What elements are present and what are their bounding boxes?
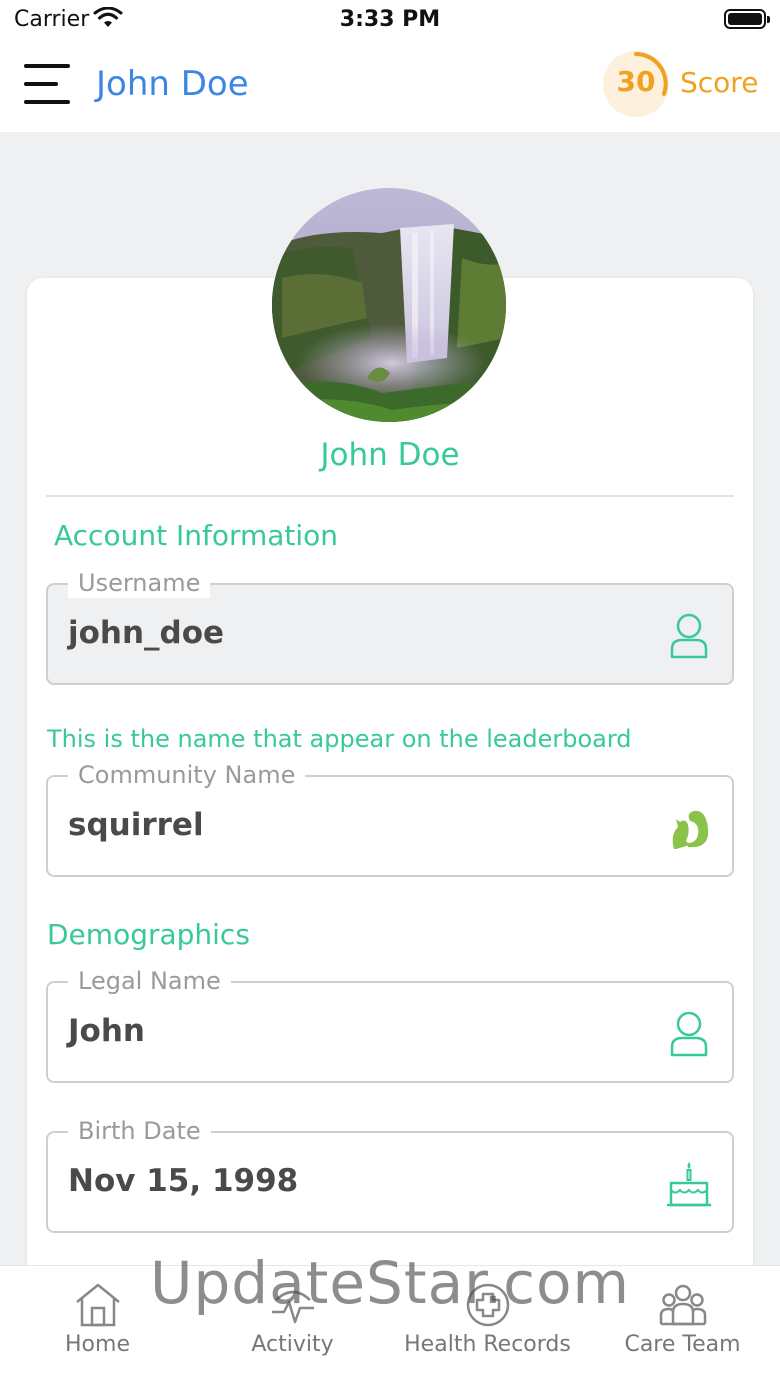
user-icon	[670, 1011, 708, 1057]
community-name-field[interactable]: Community Name squirrel	[46, 760, 734, 877]
score-ring[interactable]: 30	[603, 51, 669, 117]
profile-name: John Doe	[320, 437, 460, 473]
legal-name-value: John	[68, 1013, 145, 1049]
page-title: John Doe	[96, 64, 249, 104]
username-label: Username	[68, 568, 211, 598]
demographics-heading: Demographics	[47, 918, 250, 951]
status-time: 3:33 PM	[339, 7, 441, 32]
community-name-label: Community Name	[68, 760, 306, 790]
battery-icon	[724, 9, 770, 29]
community-name-value: squirrel	[68, 807, 204, 843]
profile-avatar[interactable]	[272, 188, 506, 422]
legal-name-field[interactable]: Legal Name John	[46, 966, 734, 1083]
birth-date-value: Nov 15, 1998	[68, 1163, 299, 1199]
tab-care-team-label: Care Team	[624, 1332, 741, 1357]
hamburger-menu-icon[interactable]	[24, 62, 72, 108]
birth-date-field[interactable]: Birth Date Nov 15, 1998	[46, 1116, 734, 1233]
divider	[46, 495, 734, 497]
squirrel-icon	[672, 810, 709, 849]
top-navbar: John Doe 30 Score	[0, 42, 780, 132]
birthday-cake-icon	[666, 1162, 712, 1207]
username-field[interactable]: Username john_doe	[46, 568, 734, 685]
tab-home-label: Home	[65, 1332, 130, 1357]
user-icon	[670, 613, 708, 659]
birth-date-label: Birth Date	[68, 1116, 211, 1146]
community-name-hint: This is the name that appear on the lead…	[47, 725, 632, 753]
watermark: UpdateStar.com	[150, 1249, 630, 1317]
account-information-heading: Account Information	[54, 519, 339, 552]
tab-health-records-label: Health Records	[404, 1332, 571, 1357]
status-bar: Carrier 3:33 PM	[0, 0, 780, 42]
username-value: john_doe	[68, 615, 225, 651]
score-value: 30	[616, 65, 656, 98]
tab-activity-label: Activity	[251, 1332, 334, 1357]
legal-name-label: Legal Name	[68, 966, 231, 996]
score-label[interactable]: Score	[680, 66, 758, 99]
